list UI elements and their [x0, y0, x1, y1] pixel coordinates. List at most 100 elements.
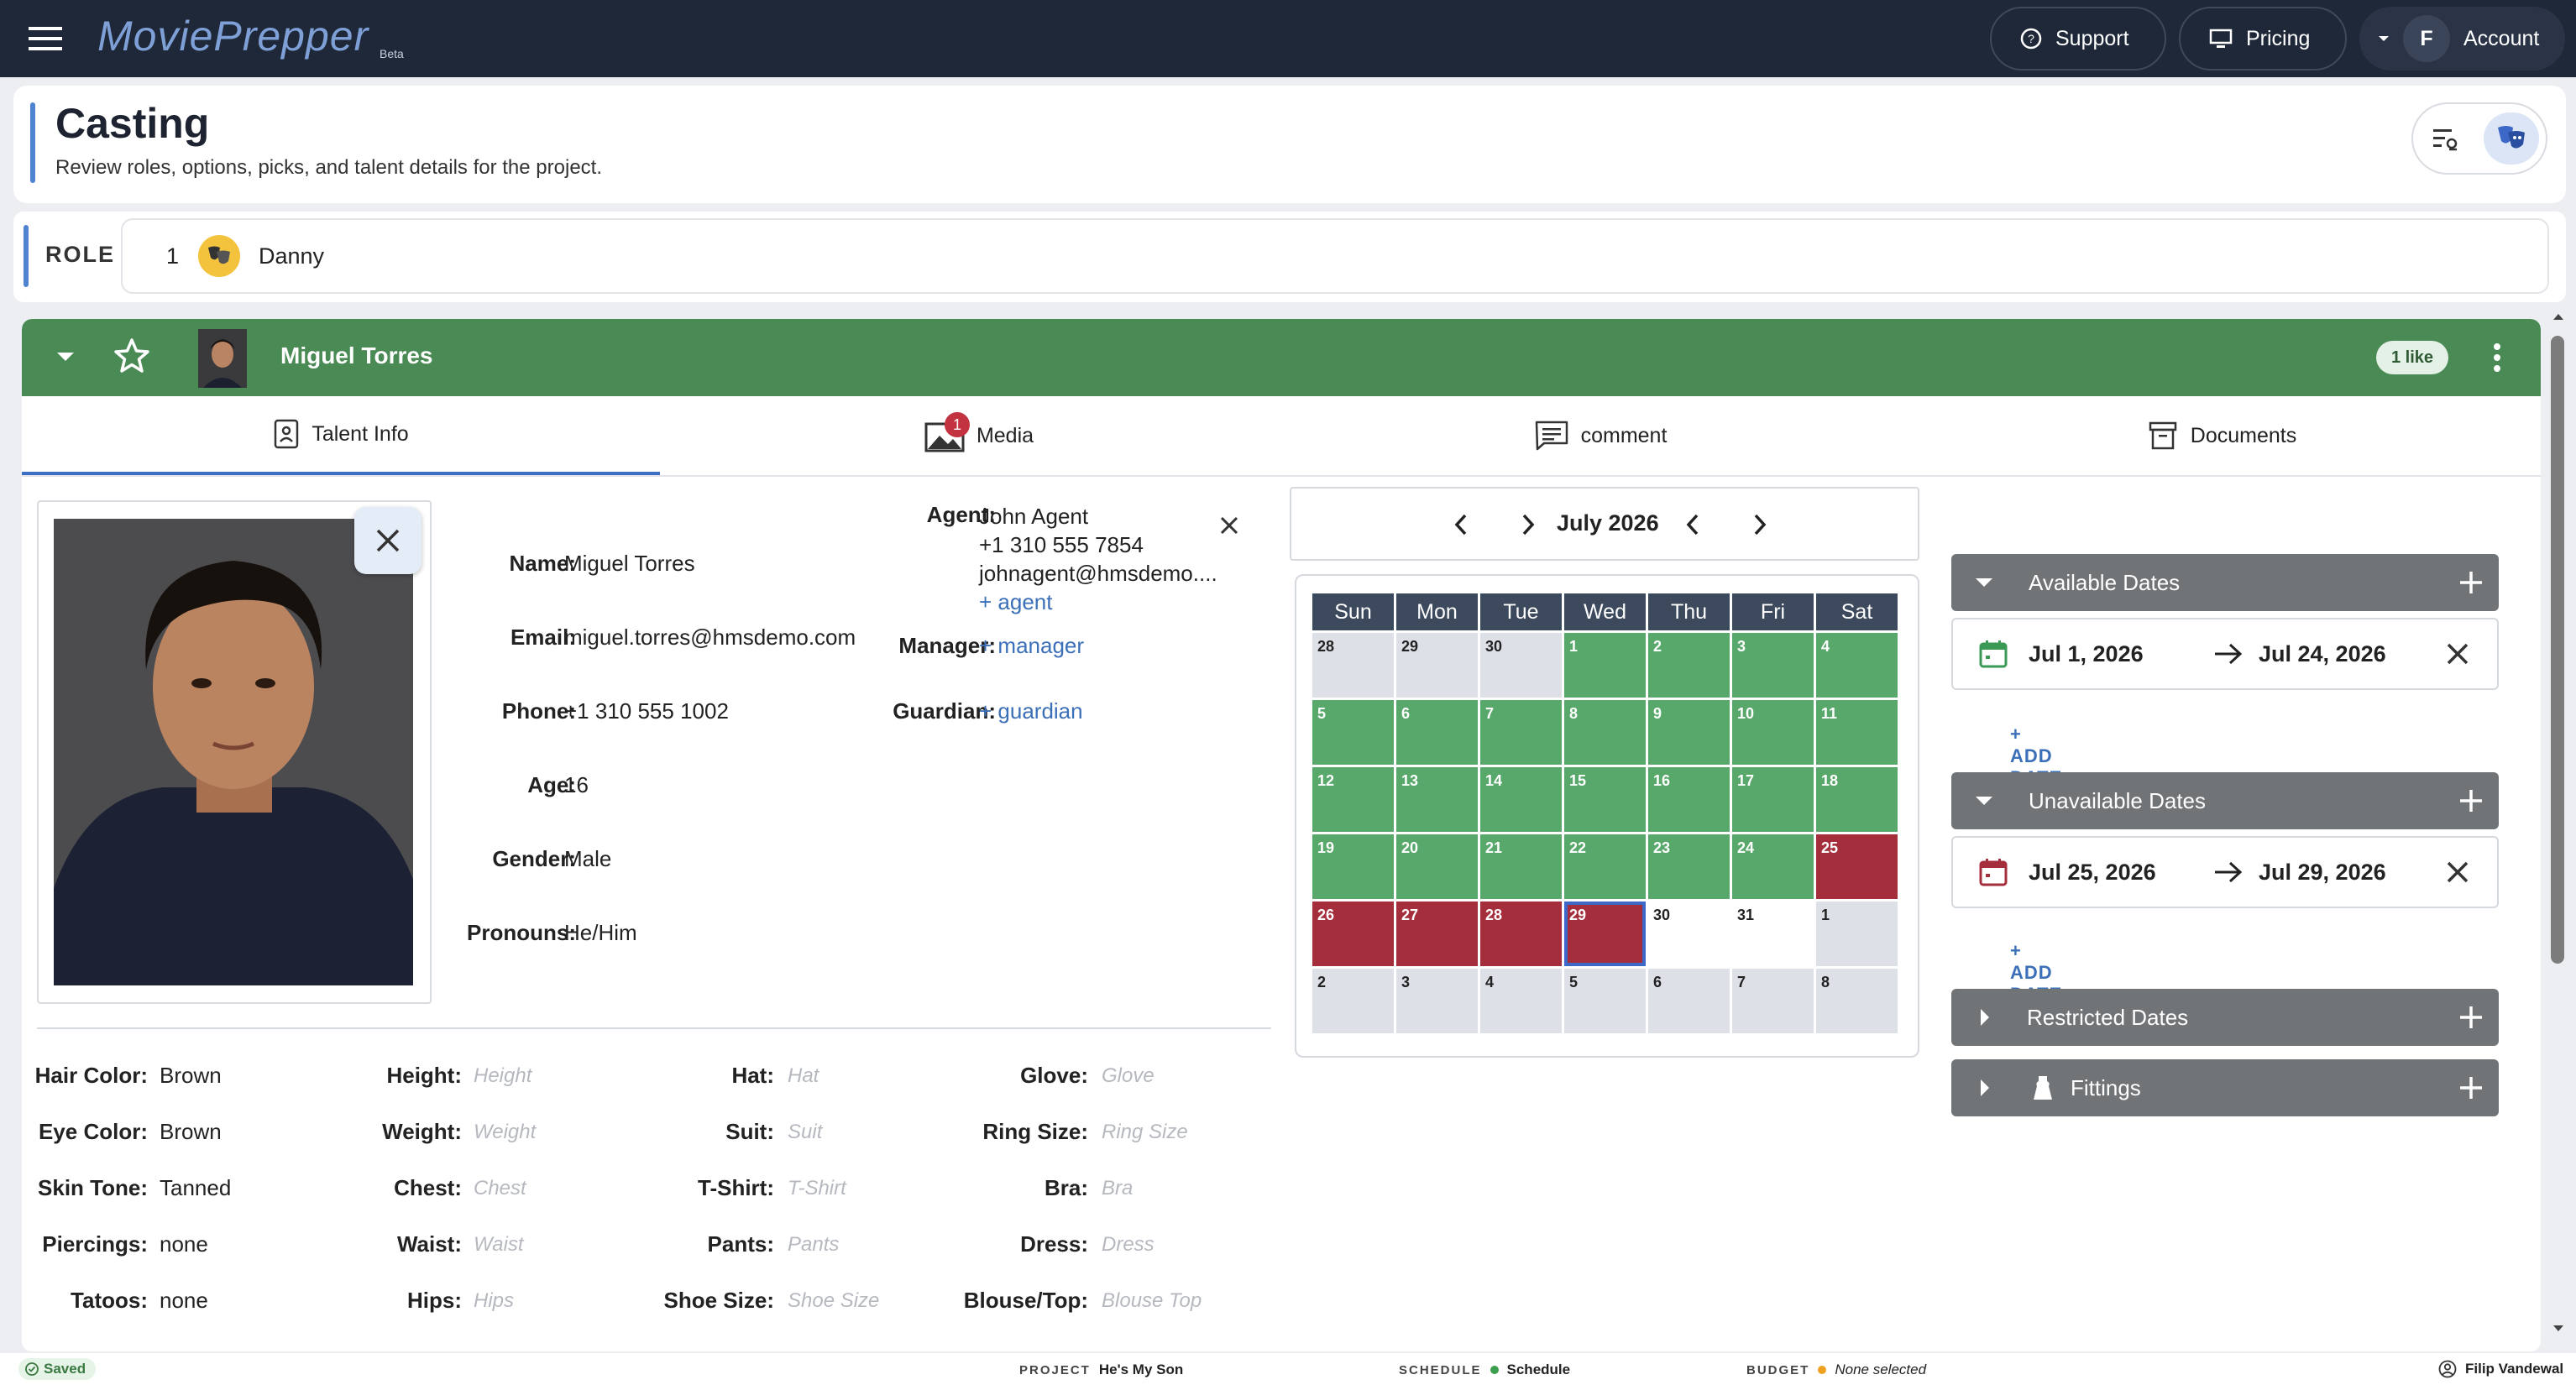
calendar-day-cell[interactable]: 21: [1480, 834, 1562, 899]
calendar-day-cell[interactable]: 19: [1312, 834, 1394, 899]
name-value[interactable]: Miguel Torres: [564, 551, 695, 577]
gender-value[interactable]: Male: [564, 846, 611, 872]
close-icon[interactable]: [2447, 861, 2469, 883]
calendar-day-cell[interactable]: 6: [1648, 969, 1730, 1033]
app-logo[interactable]: MoviePrepper: [97, 12, 369, 60]
ring-size-field[interactable]: Ring Size: [1102, 1121, 1188, 1144]
calendar-day-cell[interactable]: 29: [1396, 633, 1478, 698]
bra-field[interactable]: Bra: [1102, 1177, 1133, 1200]
calendar-day-cell[interactable]: 7: [1480, 700, 1562, 765]
calendar-day-cell[interactable]: 16: [1648, 767, 1730, 832]
tab-media[interactable]: 1 Media: [660, 396, 1298, 475]
suit-field[interactable]: Suit: [788, 1121, 822, 1144]
tab-talent-info[interactable]: Talent Info: [22, 396, 660, 475]
account-button[interactable]: F Account: [2359, 7, 2565, 71]
calendar-day-cell[interactable]: 3: [1732, 633, 1814, 698]
weight-field[interactable]: Weight: [474, 1121, 536, 1144]
skin-tone-value[interactable]: Tanned: [160, 1175, 231, 1201]
prev-year-chevron-icon[interactable]: [1454, 514, 1468, 536]
calendar-day-cell[interactable]: 23: [1648, 834, 1730, 899]
calendar-day-cell[interactable]: 6: [1396, 700, 1478, 765]
chest-field[interactable]: Chest: [474, 1177, 526, 1200]
calendar-day-cell[interactable]: 8: [1564, 700, 1646, 765]
unavailable-dates-header[interactable]: Unavailable Dates: [1951, 772, 2499, 829]
calendar-day-cell[interactable]: 29: [1564, 902, 1646, 966]
dress-field[interactable]: Dress: [1102, 1233, 1154, 1257]
piercings-value[interactable]: none: [160, 1231, 208, 1257]
calendar-day-cell[interactable]: 14: [1480, 767, 1562, 832]
calendar-day-cell[interactable]: 4: [1816, 633, 1898, 698]
star-outline-icon[interactable]: [113, 337, 151, 374]
calendar-day-cell[interactable]: 11: [1816, 700, 1898, 765]
list-filter-icon[interactable]: [2432, 126, 2460, 153]
calendar-day-cell[interactable]: 25: [1816, 834, 1898, 899]
calendar-day-cell[interactable]: 1: [1564, 633, 1646, 698]
calendar-day-cell[interactable]: 9: [1648, 700, 1730, 765]
calendar-day-cell[interactable]: 5: [1564, 969, 1646, 1033]
tab-comment[interactable]: comment: [1298, 396, 1903, 475]
add-manager-link[interactable]: + manager: [979, 633, 1084, 659]
remove-photo-button[interactable]: [354, 507, 421, 574]
scroll-up-arrow-icon[interactable]: [2552, 312, 2564, 321]
calendar-day-cell[interactable]: 13: [1396, 767, 1478, 832]
calendar-day-cell[interactable]: 3: [1396, 969, 1478, 1033]
agent-info[interactable]: John Agent +1 310 555 7854 johnagent@hms…: [979, 502, 1217, 616]
tshirt-field[interactable]: T-Shirt: [788, 1177, 846, 1200]
calendar-day-cell[interactable]: 18: [1816, 767, 1898, 832]
calendar-day-cell[interactable]: 8: [1816, 969, 1898, 1033]
add-guardian-link[interactable]: + guardian: [979, 698, 1083, 724]
schedule-indicator[interactable]: SCHEDULE Schedule: [1399, 1361, 1570, 1378]
collapse-chevron-icon[interactable]: [55, 351, 76, 363]
tab-documents[interactable]: Documents: [1903, 396, 2541, 475]
project-indicator[interactable]: PROJECT He's My Son: [1019, 1361, 1183, 1378]
tattoos-value[interactable]: none: [160, 1288, 208, 1314]
add-icon[interactable]: [2458, 570, 2484, 595]
calendar-day-cell[interactable]: 15: [1564, 767, 1646, 832]
restricted-dates-header[interactable]: Restricted Dates: [1951, 989, 2499, 1046]
more-vertical-icon[interactable]: [2492, 342, 2502, 373]
hair-color-value[interactable]: Brown: [160, 1063, 222, 1089]
glove-field[interactable]: Glove: [1102, 1064, 1154, 1088]
phone-value[interactable]: +1 310 555 1002: [564, 698, 729, 724]
pants-field[interactable]: Pants: [788, 1233, 839, 1257]
calendar-day-cell[interactable]: 17: [1732, 767, 1814, 832]
pronouns-value[interactable]: He/Him: [564, 920, 637, 946]
next-year-chevron-icon[interactable]: [1521, 514, 1535, 536]
available-date-range[interactable]: Jul 1, 2026 Jul 24, 2026: [1951, 618, 2499, 690]
add-icon[interactable]: [2458, 788, 2484, 813]
pricing-button[interactable]: Pricing: [2179, 7, 2347, 71]
calendar-day-cell[interactable]: 2: [1312, 969, 1394, 1033]
prev-month-chevron-icon[interactable]: [1686, 514, 1699, 536]
blouse-top-field[interactable]: Blouse Top: [1102, 1289, 1202, 1313]
calendar-day-cell[interactable]: 31: [1732, 902, 1814, 966]
shoe-size-field[interactable]: Shoe Size: [788, 1289, 879, 1313]
calendar-day-cell[interactable]: 20: [1396, 834, 1478, 899]
calendar-day-cell[interactable]: 28: [1312, 633, 1394, 698]
eye-color-value[interactable]: Brown: [160, 1119, 222, 1145]
waist-field[interactable]: Waist: [474, 1233, 524, 1257]
likes-badge[interactable]: 1 like: [2376, 341, 2449, 374]
support-button[interactable]: ? Support: [1990, 7, 2166, 71]
email-value[interactable]: miguel.torres@hmsdemo.com: [564, 625, 856, 651]
scrollbar[interactable]: [2547, 312, 2568, 1341]
next-month-chevron-icon[interactable]: [1753, 514, 1767, 536]
calendar-day-cell[interactable]: 30: [1480, 633, 1562, 698]
calendar-day-cell[interactable]: 7: [1732, 969, 1814, 1033]
calendar-day-cell[interactable]: 2: [1648, 633, 1730, 698]
theater-masks-icon[interactable]: [2484, 112, 2539, 165]
calendar-day-cell[interactable]: 5: [1312, 700, 1394, 765]
calendar-day-cell[interactable]: 12: [1312, 767, 1394, 832]
add-icon[interactable]: [2458, 1005, 2484, 1030]
calendar-day-cell[interactable]: 24: [1732, 834, 1814, 899]
scroll-down-arrow-icon[interactable]: [2552, 1325, 2564, 1333]
hips-field[interactable]: Hips: [474, 1289, 514, 1313]
calendar-day-cell[interactable]: 4: [1480, 969, 1562, 1033]
role-selector[interactable]: 1 Danny: [121, 218, 2549, 294]
remove-agent-icon[interactable]: [1219, 515, 1239, 536]
unavailable-date-range[interactable]: Jul 25, 2026 Jul 29, 2026: [1951, 836, 2499, 908]
scroll-thumb[interactable]: [2551, 336, 2564, 964]
calendar-day-cell[interactable]: 10: [1732, 700, 1814, 765]
calendar-day-cell[interactable]: 1: [1816, 902, 1898, 966]
calendar-day-cell[interactable]: 22: [1564, 834, 1646, 899]
hamburger-menu-icon[interactable]: [29, 25, 62, 52]
